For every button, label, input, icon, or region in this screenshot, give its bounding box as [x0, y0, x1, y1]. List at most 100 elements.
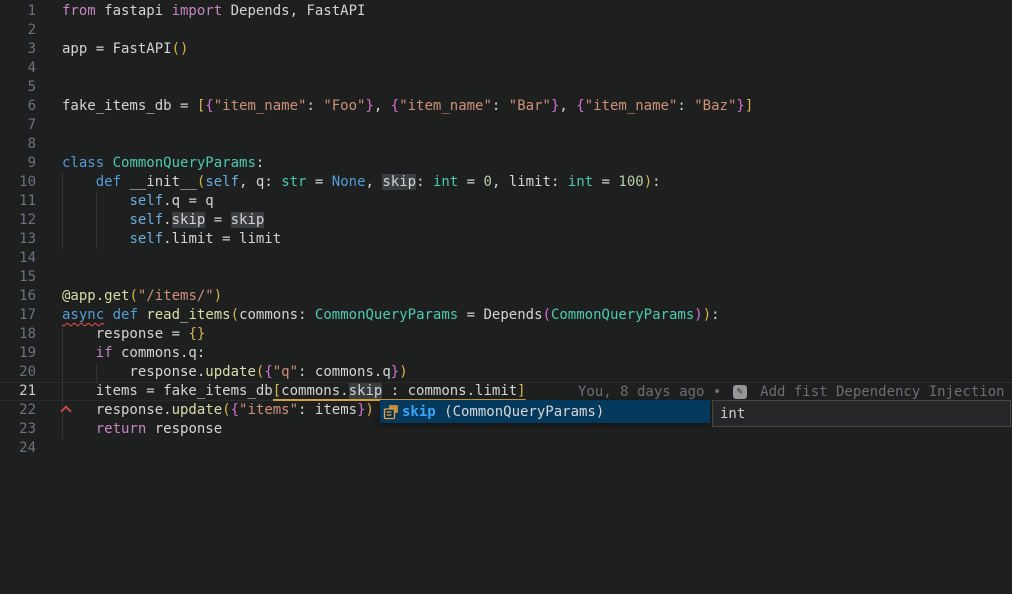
code-text[interactable] [62, 268, 1012, 287]
code-token: ] [517, 383, 525, 399]
code-line[interactable]: 10 def __init__(self, q: str = None, ski… [0, 173, 1012, 192]
code-token: "q" [273, 364, 298, 380]
suggest-docs-panel: int [712, 400, 1011, 427]
code-token [62, 345, 96, 361]
indent-guide [62, 325, 63, 344]
code-text[interactable] [62, 135, 1012, 154]
code-line[interactable]: 19 if commons.q: [0, 344, 1012, 363]
indent-guide [96, 192, 97, 211]
code-token: () [172, 41, 189, 57]
code-editor[interactable]: 1 from fastapi import Depends, FastAPI 23 a… [0, 0, 1012, 594]
code-line[interactable]: 13 self.limit = limit [0, 230, 1012, 249]
line-number[interactable]: 13 [0, 230, 36, 249]
indent-guide [96, 363, 97, 382]
code-token: Depends, FastAPI [222, 3, 365, 19]
code-text[interactable]: self.limit = limit [62, 230, 1012, 249]
line-number[interactable]: 19 [0, 344, 36, 363]
line-number[interactable]: 3 [0, 40, 36, 59]
code-line[interactable]: 24 [0, 439, 1012, 458]
line-number[interactable]: 24 [0, 439, 36, 458]
suggest-item-label[interactable]: skip [402, 404, 436, 420]
code-text[interactable]: app = FastAPI() [62, 40, 1012, 59]
code-text[interactable] [62, 21, 1012, 40]
code-line[interactable]: 12 self.skip = skip [0, 211, 1012, 230]
line-number[interactable]: 4 [0, 59, 36, 78]
code-token: , q: [239, 174, 281, 190]
code-token: : items [298, 402, 357, 418]
code-text[interactable]: response = {} [62, 325, 1012, 344]
line-number[interactable]: 8 [0, 135, 36, 154]
line-number[interactable]: 17 [0, 306, 36, 325]
code-text[interactable]: def __init__(self, q: str = None, skip: … [62, 173, 1012, 192]
line-number[interactable]: 12 [0, 211, 36, 230]
line-number[interactable]: 1 [0, 2, 36, 21]
code-line[interactable]: 9 class CommonQueryParams: [0, 154, 1012, 173]
code-token: "item_name" [399, 98, 492, 114]
code-token [62, 421, 96, 437]
code-text[interactable]: @app.get("/items/") [62, 287, 1012, 306]
code-token: : [306, 98, 323, 114]
code-line[interactable]: 5 [0, 78, 1012, 97]
code-token: "Bar" [509, 98, 551, 114]
code-token: ( [222, 402, 230, 418]
line-number[interactable]: 10 [0, 173, 36, 192]
code-text[interactable]: self.skip = skip [62, 211, 1012, 230]
code-text[interactable] [62, 439, 1012, 458]
code-line[interactable]: 15 [0, 268, 1012, 287]
code-token: ) [214, 288, 222, 304]
code-line[interactable]: 20 response.update({"q": commons.q}) [0, 363, 1012, 382]
code-line[interactable]: 17 async def read_items(commons: CommonQu… [0, 306, 1012, 325]
line-number[interactable]: 22 [0, 401, 36, 420]
code-token: self [129, 212, 163, 228]
code-text[interactable]: response.update({"q": commons.q}) [62, 363, 1012, 382]
code-text[interactable] [62, 116, 1012, 135]
code-text[interactable]: self.q = q [62, 192, 1012, 211]
code-line[interactable]: 18 response = {} [0, 325, 1012, 344]
code-token: "Baz" [694, 98, 736, 114]
code-token: = [593, 174, 618, 190]
code-token: if [96, 345, 113, 361]
code-token: { [576, 98, 584, 114]
code-token: read_items [146, 307, 230, 323]
code-text[interactable] [62, 78, 1012, 97]
line-number[interactable]: 15 [0, 268, 36, 287]
code-token: ) [703, 307, 711, 323]
code-token: skip [382, 174, 416, 190]
line-number[interactable]: 2 [0, 21, 36, 40]
line-number[interactable]: 7 [0, 116, 36, 135]
code-line[interactable]: 6fake_items_db = [{"item_name": "Foo"}, … [0, 97, 1012, 116]
line-number[interactable]: 20 [0, 363, 36, 382]
code-line[interactable]: 1 from fastapi import Depends, FastAPI [0, 2, 1012, 21]
code-text[interactable]: class CommonQueryParams: [62, 154, 1012, 173]
code-line[interactable]: 2 [0, 21, 1012, 40]
line-number[interactable]: 21 [0, 382, 36, 401]
line-number[interactable]: 14 [0, 249, 36, 268]
suggest-type-text: int [720, 406, 745, 422]
suggest-widget[interactable]: skip (CommonQueryParams) [380, 400, 710, 423]
code-text[interactable]: fake_items_db = [{"item_name": "Foo"}, {… [62, 97, 1012, 116]
line-number[interactable]: 18 [0, 325, 36, 344]
line-number[interactable]: 9 [0, 154, 36, 173]
code-token: = [458, 174, 483, 190]
code-line[interactable]: 7 [0, 116, 1012, 135]
code-line[interactable]: 4 [0, 59, 1012, 78]
code-line[interactable]: 14 [0, 249, 1012, 268]
code-text[interactable]: from fastapi import Depends, FastAPI [62, 2, 1012, 21]
code-text[interactable] [62, 59, 1012, 78]
code-token: "/items/" [138, 288, 214, 304]
code-text[interactable]: if commons.q: [62, 344, 1012, 363]
line-number[interactable]: 16 [0, 287, 36, 306]
code-token: self [129, 231, 163, 247]
code-line[interactable]: 11 self.q = q [0, 192, 1012, 211]
code-line[interactable]: 8 [0, 135, 1012, 154]
code-token: , [374, 98, 391, 114]
code-text[interactable]: async def read_items(commons: CommonQuer… [62, 306, 1012, 325]
code-text[interactable] [62, 249, 1012, 268]
line-number[interactable]: 11 [0, 192, 36, 211]
code-line[interactable]: 16 @app.get("/items/") [0, 287, 1012, 306]
code-line[interactable]: 3 app = FastAPI() [0, 40, 1012, 59]
code-token: commons. [281, 383, 348, 399]
line-number[interactable]: 23 [0, 420, 36, 439]
line-number[interactable]: 6 [0, 97, 36, 116]
line-number[interactable]: 5 [0, 78, 36, 97]
